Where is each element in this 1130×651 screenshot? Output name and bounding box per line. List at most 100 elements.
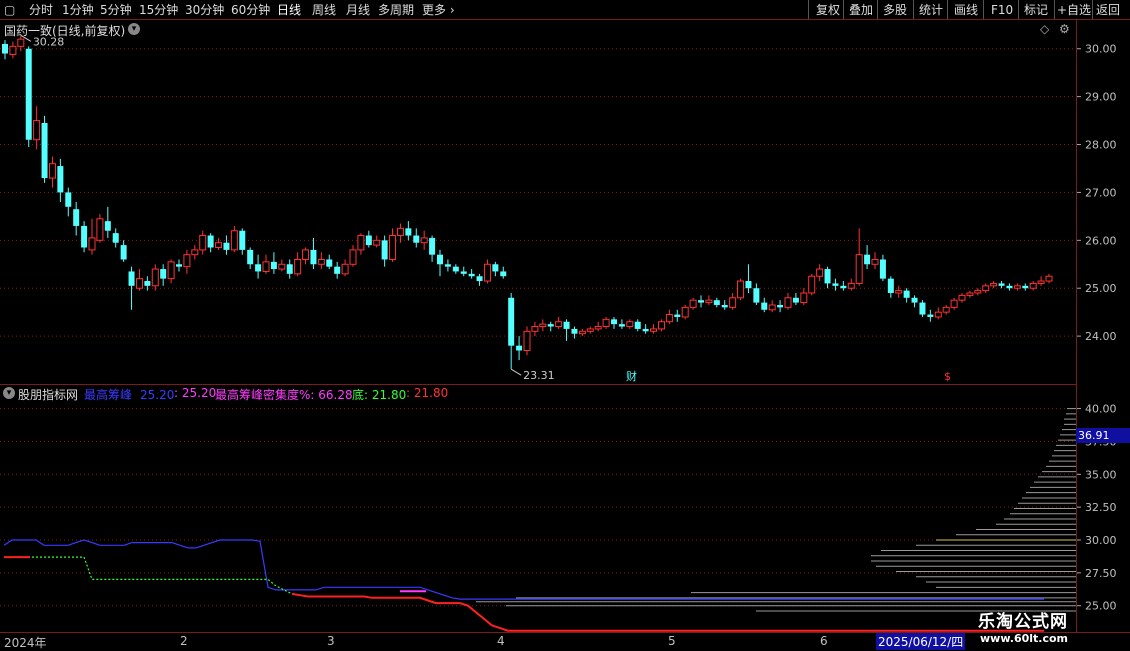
- candle-body-down: [998, 283, 1005, 286]
- candle-body-down: [611, 319, 617, 325]
- price-axis-ticks: 30.00 29.00 28.00 27.00 26.00 25.00 24.00 40.00…: [1077, 43, 1117, 613]
- candle-body-down: [642, 328, 649, 332]
- candle-body-up: [420, 237, 428, 244]
- candle-body-up: [705, 299, 713, 304]
- multi-stock-button[interactable]: 多股: [883, 2, 907, 18]
- statistics-button[interactable]: 统计: [919, 2, 943, 18]
- candle-body-up: [48, 163, 56, 179]
- tab-multi-period[interactable]: 多周期: [378, 2, 414, 18]
- time-label: 2024年: [4, 636, 47, 650]
- price-tick-label: 28.00: [1085, 139, 1117, 152]
- candle-body-up: [958, 294, 966, 301]
- tab-30min[interactable]: 30分钟: [185, 2, 224, 18]
- candle-body-down: [41, 122, 48, 179]
- tab-more-label: 更多: [422, 3, 447, 17]
- candle-body-down: [437, 254, 443, 265]
- candle-body-down: [460, 271, 467, 274]
- chip-distribution-chart: [0, 408, 1076, 632]
- chart-title: 国药一致(日线,前复权): [4, 24, 126, 38]
- price-tick-label: 26.00: [1085, 234, 1117, 247]
- price-tick-label: 29.00: [1085, 91, 1117, 104]
- tab-5min[interactable]: 5分钟: [100, 2, 132, 18]
- tab-more[interactable]: 更多 ›: [422, 2, 455, 18]
- candle-body-down: [128, 271, 135, 286]
- bottom-series-line: [4, 556, 1044, 632]
- candle-body-down: [745, 281, 752, 289]
- candlestick-panel[interactable]: 30.28 23.31 财 $ 国药一致(日线,前复权) ▾ ◇ ⚙: [0, 20, 1076, 385]
- candle-body-up: [650, 328, 658, 332]
- candle-body-up: [982, 285, 990, 292]
- candle-body-down: [887, 278, 894, 293]
- overlay-button[interactable]: 叠加: [849, 2, 873, 18]
- candle-body-down: [634, 321, 641, 329]
- tab-weekly[interactable]: 周线: [312, 2, 336, 18]
- candle-body-up: [942, 306, 950, 313]
- candle-body-up: [847, 282, 855, 289]
- candle-body-down: [468, 273, 475, 277]
- candle-body-up: [96, 218, 104, 241]
- candle-body-up: [681, 306, 689, 318]
- draw-line-button[interactable]: 画线: [954, 2, 978, 18]
- candle-body-down: [381, 240, 388, 260]
- indicator-bottom-label: 底: [352, 388, 365, 402]
- candle-body-down: [25, 48, 32, 140]
- watermark-title: 乐淘公式网: [978, 612, 1068, 632]
- indicator-panel[interactable]: [0, 402, 1076, 632]
- candle-body-down: [160, 269, 167, 279]
- tab-fenshi[interactable]: 分时: [29, 2, 53, 18]
- candle-body-down: [334, 266, 341, 274]
- candle-body-down: [255, 264, 262, 272]
- add-watchlist-button[interactable]: +自选: [1057, 2, 1091, 18]
- price-tick-label: 27.00: [1085, 186, 1117, 199]
- candle-body-down: [840, 285, 847, 289]
- candle-body-down: [310, 249, 317, 265]
- candle-body-up: [689, 299, 697, 308]
- f10-button[interactable]: F10: [991, 2, 1013, 18]
- indicator-field-density: 最高筹峰密集度%: 66.28: [215, 386, 353, 403]
- price-tick-label: 30.00: [1085, 43, 1117, 56]
- candle-body-down: [223, 242, 230, 250]
- candle-body-down: [120, 245, 127, 260]
- candle-body-down: [571, 328, 578, 334]
- candle-body-down: [721, 304, 728, 308]
- fuquan-button[interactable]: 复权: [816, 2, 840, 18]
- candle-body-up: [990, 282, 998, 287]
- watermark: 乐淘公式网 www.60lt.com: [978, 607, 1118, 647]
- window-menu-icon[interactable]: ▢: [4, 2, 15, 18]
- candle-body-up: [389, 235, 397, 260]
- candle-body-up: [135, 278, 143, 289]
- mark-button[interactable]: 标记: [1024, 2, 1048, 18]
- tab-monthly[interactable]: 月线: [346, 2, 370, 18]
- candle-body-up: [768, 304, 776, 311]
- back-button[interactable]: 返回: [1096, 2, 1120, 18]
- candle-body-up: [578, 330, 586, 335]
- chevron-down-icon[interactable]: ▾: [128, 23, 140, 35]
- indicator-density-label: 最高筹峰密集度%: [215, 388, 311, 402]
- chevron-down-icon[interactable]: ▾: [3, 387, 15, 399]
- settings-gear-icon[interactable]: ⚙: [1059, 22, 1070, 36]
- candle-body-up: [191, 249, 199, 256]
- tab-daily[interactable]: 日线: [277, 2, 301, 18]
- candle-body-up: [278, 263, 286, 270]
- indicator-density-value: 66.28: [318, 388, 353, 402]
- candle-body-up: [349, 249, 357, 265]
- indicator-tick-label: 35.00: [1085, 468, 1117, 481]
- tab-60min[interactable]: 60分钟: [231, 2, 270, 18]
- candle-body-up: [1037, 280, 1045, 284]
- colon-separator: :: [406, 386, 414, 400]
- candle-body-up: [871, 258, 879, 265]
- watermark-url: www.60lt.com: [980, 632, 1069, 645]
- candle-body-up: [665, 314, 673, 323]
- candle-body-down: [270, 261, 277, 270]
- candle-body-down: [207, 235, 214, 248]
- chevron-right-icon: ›: [446, 3, 455, 17]
- candle-body-up: [1013, 285, 1021, 289]
- candle-body-up: [800, 292, 808, 304]
- tab-15min[interactable]: 15分钟: [139, 2, 178, 18]
- current-price-tag: 36.91: [1076, 428, 1130, 443]
- toolbar-divider: [947, 0, 948, 19]
- diamond-icon[interactable]: ◇: [1040, 22, 1049, 36]
- tab-1min[interactable]: 1分钟: [62, 2, 94, 18]
- colon-separator: :: [174, 386, 182, 400]
- toolbar-divider: [877, 0, 878, 19]
